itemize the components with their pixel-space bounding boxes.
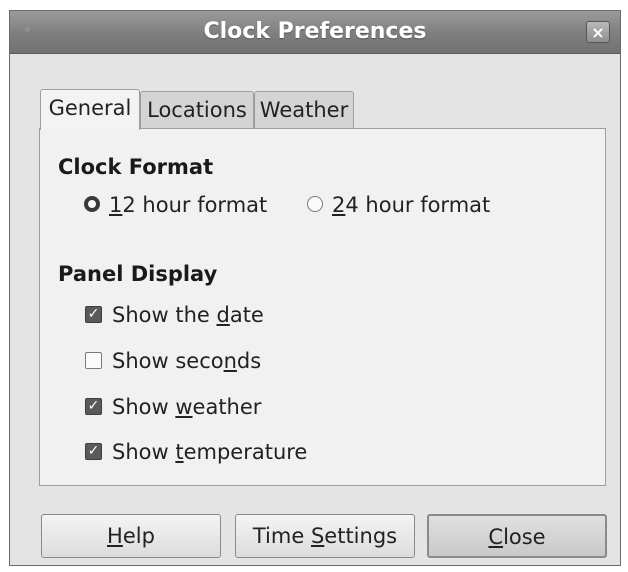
time-settings-mnemonic: S bbox=[310, 524, 325, 548]
help-label: elp bbox=[122, 524, 155, 548]
checkbox-show-temperature[interactable]: ✓ Show temperature bbox=[85, 438, 307, 466]
tab-locations-label: Locations bbox=[147, 98, 247, 122]
time-settings-label-pre: Time bbox=[252, 524, 311, 548]
close-label: lose bbox=[503, 525, 546, 549]
clock-format-heading: Clock Format bbox=[58, 155, 214, 179]
panel-display-heading: Panel Display bbox=[58, 262, 218, 286]
show-date-mnemonic: d bbox=[216, 303, 230, 327]
checkbox-unchecked-icon bbox=[85, 351, 102, 369]
show-temperature-mnemonic: t bbox=[175, 440, 184, 464]
show-date-label-pre: Show the bbox=[112, 303, 217, 327]
radio-24-hour-mnemonic: 2 bbox=[332, 193, 346, 217]
checkbox-checked-icon: ✓ bbox=[85, 442, 102, 460]
radio-24-hour-format[interactable]: 24 hour format bbox=[307, 191, 490, 219]
checkbox-show-weather[interactable]: ✓ Show weather bbox=[85, 393, 261, 421]
close-window-button[interactable]: × bbox=[586, 21, 610, 43]
clock-preferences-window: ◦ Clock Preferences × General Locations … bbox=[9, 10, 621, 566]
close-icon: × bbox=[591, 23, 605, 42]
close-mnemonic: C bbox=[488, 525, 504, 549]
show-weather-mnemonic: w bbox=[175, 395, 193, 419]
radio-12-hour-format[interactable]: 12 hour format bbox=[84, 191, 267, 219]
radio-12-hour-label: 2 hour format bbox=[122, 193, 268, 217]
time-settings-button[interactable]: Time Settings bbox=[235, 514, 415, 558]
tab-locations[interactable]: Locations bbox=[140, 91, 254, 128]
tab-weather-label: Weather bbox=[259, 98, 349, 122]
close-button[interactable]: Close bbox=[427, 514, 607, 558]
checkbox-show-date[interactable]: ✓ Show the date bbox=[85, 301, 264, 329]
show-temperature-label-pre: Show bbox=[112, 440, 176, 464]
checkbox-checked-icon: ✓ bbox=[85, 305, 102, 323]
time-settings-label-post: ettings bbox=[324, 524, 398, 548]
show-date-label-post: ate bbox=[229, 303, 264, 327]
radio-24-hour-label: 4 hour format bbox=[345, 193, 491, 217]
radio-selected-indicator bbox=[84, 196, 100, 212]
general-tab-panel: Clock Format 12 hour format 24 hour form… bbox=[39, 128, 606, 486]
show-seconds-label-post: ds bbox=[236, 349, 262, 373]
show-seconds-mnemonic: n bbox=[223, 349, 237, 373]
radio-12-hour-mnemonic: 1 bbox=[109, 193, 123, 217]
show-weather-label-post: eather bbox=[192, 395, 262, 419]
radio-unselected-indicator bbox=[307, 196, 323, 212]
checkbox-checked-icon: ✓ bbox=[85, 397, 102, 415]
window-title: Clock Preferences bbox=[203, 19, 427, 44]
show-seconds-label-pre: Show seco bbox=[112, 349, 224, 373]
title-bar[interactable]: ◦ Clock Preferences × bbox=[10, 11, 620, 54]
help-mnemonic: H bbox=[107, 524, 123, 548]
show-weather-label-pre: Show bbox=[112, 395, 176, 419]
tab-weather[interactable]: Weather bbox=[254, 91, 354, 128]
checkbox-show-seconds[interactable]: Show seconds bbox=[85, 347, 261, 375]
tab-general-label: General bbox=[48, 96, 132, 120]
tab-general[interactable]: General bbox=[40, 89, 140, 130]
show-temperature-label-post: emperature bbox=[183, 440, 308, 464]
help-button[interactable]: Help bbox=[41, 514, 221, 558]
